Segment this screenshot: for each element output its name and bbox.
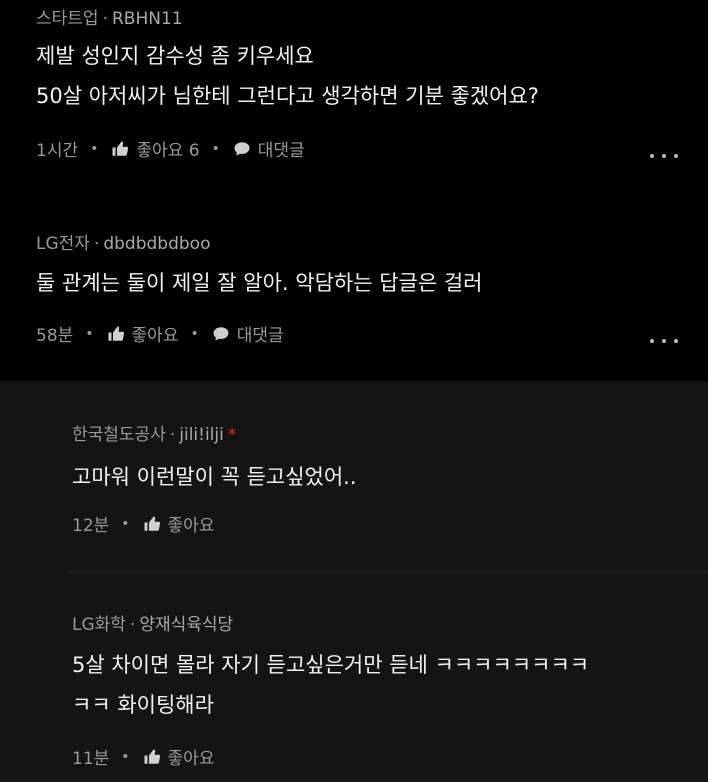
comment-line: 5살 차이면 몰라 자기 듣고싶은거만 듣네 ㅋㅋㅋㅋㅋㅋㅋㅋ bbox=[72, 653, 590, 677]
reply-label: 대댓글 bbox=[236, 326, 284, 346]
comment-2-body: 둘 관계는 둘이 제일 잘 알아. 악담하는 답글은 걸러 bbox=[36, 263, 482, 303]
reply-2-body: 5살 차이면 몰라 자기 듣고싶은거만 듣네 ㅋㅋㅋㅋㅋㅋㅋㅋ ㅋㅋ 화이팅해라 bbox=[72, 645, 589, 725]
nickname[interactable]: 양재식육식당 bbox=[139, 615, 233, 635]
reply-1-body: 고마워 이런말이 꼭 듣고싶었어.. bbox=[72, 457, 357, 497]
comment-line: ㅋㅋ 화이팅해라 bbox=[72, 693, 214, 717]
like-button[interactable]: 좋아요 bbox=[142, 511, 215, 536]
nickname[interactable]: dbdbdbdboo bbox=[103, 234, 210, 254]
more-dots-icon[interactable] bbox=[650, 336, 678, 346]
reply-button[interactable]: 대댓글 bbox=[211, 321, 284, 346]
thumbs-up-icon bbox=[110, 139, 130, 159]
company-label: LG화학 bbox=[72, 615, 126, 635]
timestamp: 1시간 bbox=[36, 141, 79, 161]
like-label: 좋아요 bbox=[131, 326, 179, 346]
company-label: 한국철도공사 bbox=[72, 425, 166, 445]
reply-button[interactable]: 대댓글 bbox=[232, 136, 305, 161]
timestamp: 58분 bbox=[36, 326, 74, 346]
like-button[interactable]: 좋아요 6 bbox=[110, 136, 200, 161]
nickname[interactable]: RBHN11 bbox=[112, 9, 183, 29]
thumbs-up-icon bbox=[106, 324, 126, 344]
reply-1-meta: 한국철도공사 · jili!ilji * bbox=[72, 425, 237, 445]
comment-2-meta: LG전자 · dbdbdbdboo bbox=[36, 234, 211, 254]
nickname[interactable]: jili!ilji bbox=[179, 425, 224, 445]
comment-2-actions: 58분 • 좋아요 • 대댓글 bbox=[36, 321, 284, 347]
timestamp: 11분 bbox=[72, 749, 110, 769]
like-button[interactable]: 좋아요 bbox=[142, 744, 215, 769]
comment-1-actions: 1시간 • 좋아요 6 • 대댓글 bbox=[36, 136, 305, 162]
speech-bubble-icon bbox=[211, 324, 231, 344]
thumbs-up-icon bbox=[142, 747, 162, 767]
author-mark: * bbox=[227, 425, 237, 445]
company-label: LG전자 bbox=[36, 234, 90, 254]
divider bbox=[70, 572, 708, 573]
comment-1-body: 제발 성인지 감수성 좀 키우세요 50살 아저씨가 님한테 그런다고 생각하면… bbox=[36, 36, 539, 116]
more-dots-icon[interactable] bbox=[650, 151, 678, 161]
comment-line: 둘 관계는 둘이 제일 잘 알아. 악담하는 답글은 걸러 bbox=[36, 271, 483, 295]
company-label: 스타트업 bbox=[36, 9, 99, 29]
comment-1-meta: 스타트업 · RBHN11 bbox=[36, 9, 183, 29]
thumbs-up-icon bbox=[142, 514, 162, 534]
speech-bubble-icon bbox=[232, 139, 252, 159]
like-label: 좋아요 bbox=[167, 516, 215, 536]
comment-line: 고마워 이런말이 꼭 듣고싶었어.. bbox=[72, 465, 357, 489]
comment-line: 제발 성인지 감수성 좀 키우세요 bbox=[36, 44, 314, 68]
like-button[interactable]: 좋아요 bbox=[106, 321, 179, 346]
reply-label: 대댓글 bbox=[257, 141, 305, 161]
like-label: 좋아요 bbox=[167, 749, 215, 769]
like-label: 좋아요 6 bbox=[136, 141, 200, 161]
comment-line: 50살 아저씨가 님한테 그런다고 생각하면 기분 좋겠어요? bbox=[36, 84, 539, 108]
reply-1-actions: 12분 • 좋아요 bbox=[72, 511, 215, 537]
reply-2-meta: LG화학 · 양재식육식당 bbox=[72, 615, 234, 635]
timestamp: 12분 bbox=[72, 516, 110, 536]
reply-2-actions: 11분 • 좋아요 bbox=[72, 744, 215, 770]
